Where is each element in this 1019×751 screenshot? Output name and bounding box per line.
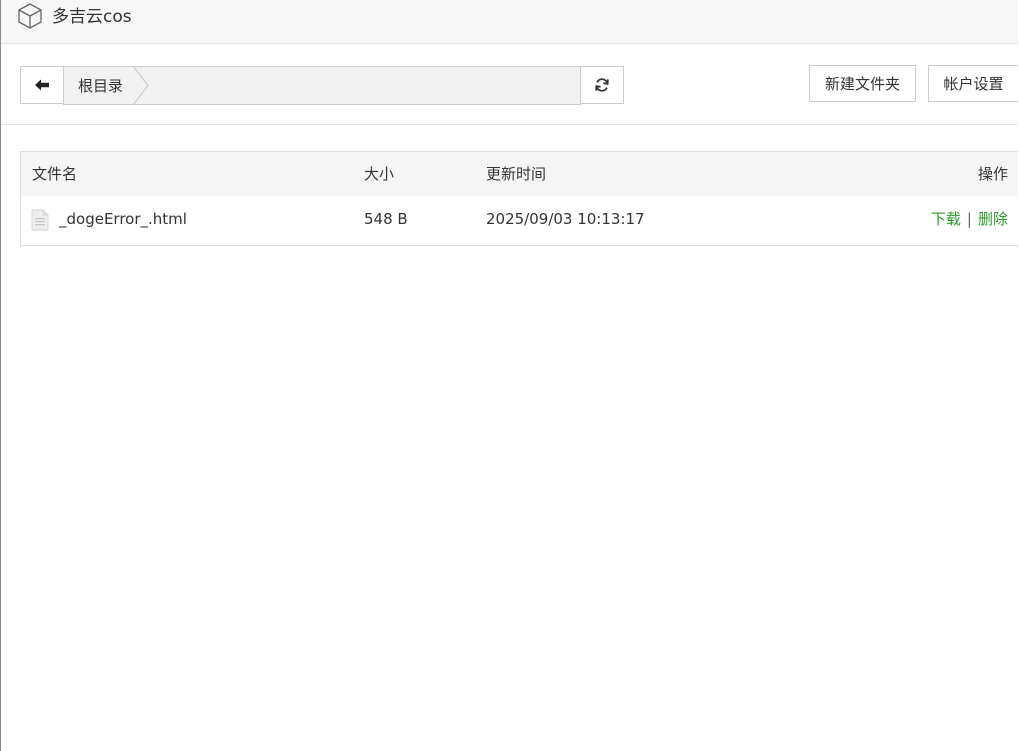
back-button[interactable] bbox=[20, 66, 64, 104]
table-header: 文件名 大小 更新时间 操作 bbox=[21, 152, 1018, 196]
column-header-size[interactable]: 大小 bbox=[364, 152, 394, 196]
app-header: 多吉云cos bbox=[1, 0, 1018, 44]
file-size: 548 B bbox=[364, 210, 408, 228]
app-window: 多吉云cos 根目录 新建文件夹 帐户设置 文件名 大小 更新时间 操作 _do… bbox=[0, 0, 1018, 751]
file-updated-time: 2025/09/03 10:13:17 bbox=[486, 210, 645, 228]
column-header-actions: 操作 bbox=[977, 165, 1008, 183]
app-title: 多吉云cos bbox=[52, 7, 132, 27]
row-actions: 下载 | 删除 bbox=[931, 196, 1008, 243]
breadcrumb-separator-icon bbox=[132, 66, 149, 105]
delete-link[interactable]: 删除 bbox=[978, 210, 1008, 228]
cube-icon bbox=[18, 3, 42, 29]
column-header-updated[interactable]: 更新时间 bbox=[486, 152, 546, 196]
account-settings-button[interactable]: 帐户设置 bbox=[928, 65, 1018, 102]
arrow-left-icon bbox=[35, 79, 49, 91]
breadcrumb-root[interactable]: 根目录 bbox=[78, 76, 123, 96]
download-link[interactable]: 下载 bbox=[931, 210, 961, 228]
file-table: 文件名 大小 更新时间 操作 _dogeError_.html 548 B 20… bbox=[20, 151, 1018, 246]
file-icon bbox=[31, 209, 49, 231]
file-name[interactable]: _dogeError_.html bbox=[59, 196, 187, 243]
refresh-button[interactable] bbox=[580, 66, 624, 104]
new-folder-button[interactable]: 新建文件夹 bbox=[809, 65, 916, 102]
table-row[interactable]: _dogeError_.html 548 B 2025/09/03 10:13:… bbox=[21, 196, 1018, 245]
refresh-icon bbox=[595, 78, 609, 92]
column-header-name[interactable]: 文件名 bbox=[32, 152, 77, 196]
action-separator: | bbox=[966, 210, 972, 228]
toolbar: 根目录 新建文件夹 帐户设置 bbox=[1, 45, 1018, 125]
breadcrumb: 根目录 bbox=[63, 66, 581, 105]
